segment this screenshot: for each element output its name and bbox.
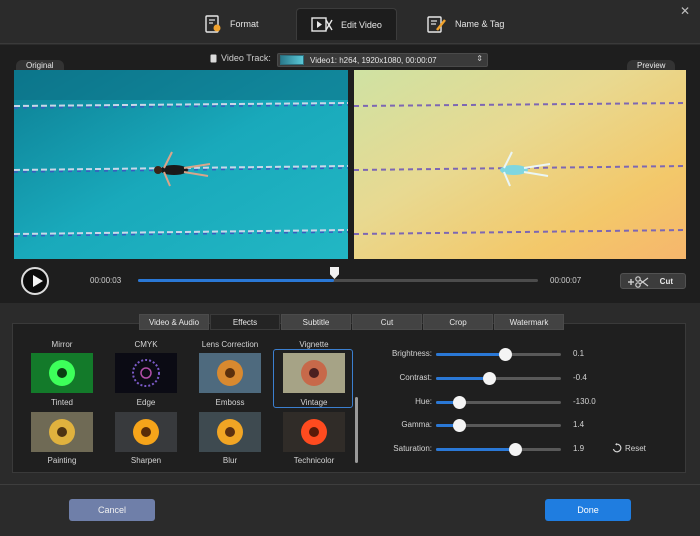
effect-thumb-painting[interactable]: [31, 412, 93, 452]
close-icon[interactable]: ✕: [678, 4, 692, 18]
brightness-slider-knob[interactable]: [498, 348, 512, 361]
saturation-slider-knob[interactable]: [508, 443, 522, 456]
effect-label-cmyk: CMYK: [134, 340, 158, 349]
cut-button[interactable]: Cut: [620, 273, 686, 289]
gamma-label: Gamma:: [401, 420, 432, 429]
effect-thumb-blur[interactable]: [199, 412, 261, 452]
effect-thumb-technicolor[interactable]: [283, 412, 345, 452]
cut-button-label: Cut: [659, 276, 673, 286]
edit-video-icon: [311, 16, 333, 32]
contrast-value: -0.4: [573, 373, 587, 382]
effect-label-sharpen: Sharpen: [130, 456, 162, 465]
effect-thumb-edge[interactable]: [115, 353, 177, 393]
effect-thumb-emboss[interactable]: [199, 353, 261, 393]
current-time: 00:00:03: [90, 276, 122, 285]
effect-label-vignette: Vignette: [299, 340, 329, 349]
seek-bar-progress: [138, 279, 334, 282]
name-tag-icon: [427, 16, 446, 33]
effects-scrollbar[interactable]: [355, 397, 358, 463]
editor-tabs: Video & Audio Effects Subtitle Cut Crop …: [139, 314, 564, 330]
video-track-value: Video1: h264, 1920x1080, 00:00:07: [310, 55, 437, 65]
tab-subtitle[interactable]: Subtitle: [281, 314, 351, 330]
effect-label-edge: Edge: [136, 398, 156, 407]
tab-name-tag[interactable]: Name & Tag: [427, 8, 504, 40]
tab-format-label: Format: [230, 19, 259, 29]
saturation-slider-fill: [436, 448, 515, 451]
hue-label: Hue:: [415, 397, 432, 406]
brightness-value: 0.1: [573, 349, 585, 358]
preview-video-frame: [354, 70, 686, 259]
effect-thumb-sharpen[interactable]: [115, 412, 177, 452]
hue-value: -130.0: [573, 397, 596, 406]
effect-label-blur: Blur: [222, 456, 238, 465]
cancel-button[interactable]: Cancel: [69, 499, 155, 521]
effect-label-lens-correction: Lens Correction: [201, 340, 259, 349]
video-track-select[interactable]: Video1: h264, 1920x1080, 00:00:07 ⇕: [277, 53, 488, 67]
effect-thumb-vintage[interactable]: [283, 353, 345, 393]
video-track-label: Video Track:: [210, 53, 271, 63]
phone-icon: [210, 54, 217, 62]
contrast-slider-knob[interactable]: [482, 372, 496, 385]
tab-edit-video[interactable]: Edit Video: [296, 8, 397, 40]
brightness-label: Brightness:: [391, 349, 432, 358]
effect-thumb-tinted[interactable]: [31, 353, 93, 393]
reset-icon: [612, 443, 622, 453]
tab-watermark[interactable]: Watermark: [494, 314, 564, 330]
brightness-slider-fill: [436, 353, 505, 356]
gamma-slider-knob[interactable]: [452, 419, 466, 432]
done-button[interactable]: Done: [545, 499, 631, 521]
effect-label-technicolor: Technicolor: [293, 456, 335, 465]
contrast-slider-fill: [436, 377, 489, 380]
reset-button[interactable]: Reset: [612, 443, 646, 453]
saturation-value: 1.9: [573, 444, 585, 453]
effect-label-tinted: Tinted: [51, 398, 73, 407]
saturation-label: Saturation:: [393, 444, 432, 453]
effect-label-mirror: Mirror: [51, 340, 73, 349]
tab-video-audio[interactable]: Video & Audio: [139, 314, 209, 330]
track-thumbnail: [280, 55, 304, 65]
effect-label-emboss: Emboss: [215, 398, 245, 407]
tab-effects[interactable]: Effects: [210, 314, 280, 330]
total-time: 00:00:07: [550, 276, 582, 285]
effect-label-painting: Painting: [47, 456, 77, 465]
tab-crop[interactable]: Crop: [423, 314, 493, 330]
hue-slider-knob[interactable]: [452, 396, 466, 409]
gamma-value: 1.4: [573, 420, 585, 429]
effect-label-vintage: Vintage: [300, 398, 328, 407]
contrast-label: Contrast:: [399, 373, 432, 382]
reset-label: Reset: [625, 443, 646, 453]
tab-cut[interactable]: Cut: [352, 314, 422, 330]
format-icon: [205, 15, 221, 33]
tab-edit-video-label: Edit Video: [341, 19, 382, 30]
tab-name-tag-label: Name & Tag: [455, 19, 505, 29]
scissors-icon: [628, 276, 649, 288]
original-video-frame: [14, 70, 348, 259]
play-button[interactable]: [21, 267, 49, 295]
dropdown-arrows-icon: ⇕: [476, 54, 483, 63]
tab-format[interactable]: Format: [204, 8, 259, 40]
